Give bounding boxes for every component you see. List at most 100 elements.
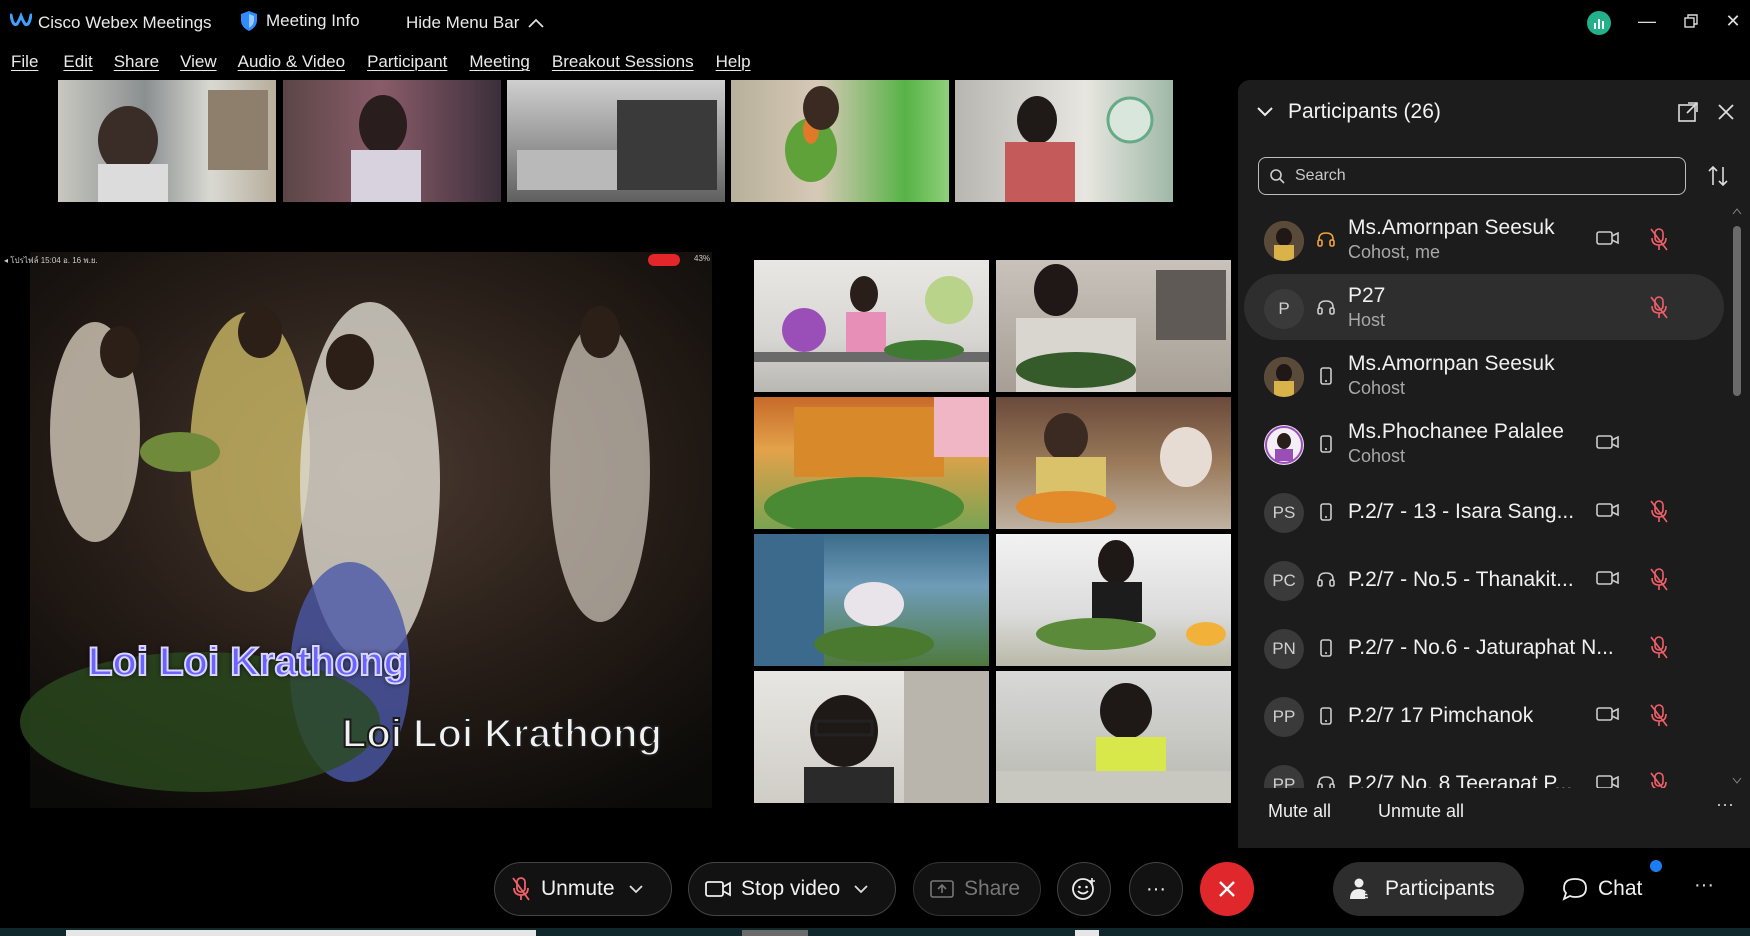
- chat-notification-badge: [1650, 860, 1662, 872]
- panel-more-button[interactable]: ···: [1716, 794, 1734, 815]
- headset-icon: [1316, 298, 1336, 318]
- video-camera-icon[interactable]: [1596, 568, 1620, 588]
- scrollbar-thumb[interactable]: [1733, 226, 1741, 396]
- minimize-button[interactable]: —: [1630, 6, 1664, 36]
- mic-muted-icon[interactable]: [1648, 634, 1670, 660]
- meeting-info-button[interactable]: Meeting Info: [240, 10, 360, 32]
- video-camera-icon[interactable]: [1596, 704, 1620, 724]
- video-thumbnail[interactable]: [58, 80, 276, 202]
- menu-meeting[interactable]: Meeting: [469, 48, 529, 78]
- chat-bubble-icon: [1562, 878, 1587, 901]
- video-thumbnail[interactable]: [955, 80, 1173, 202]
- chevron-down-icon[interactable]: [854, 884, 868, 894]
- mobile-device-icon: [1316, 434, 1336, 454]
- reactions-button[interactable]: [1057, 862, 1111, 916]
- mic-muted-icon[interactable]: [1648, 226, 1670, 252]
- mute-all-button[interactable]: Mute all: [1268, 801, 1331, 822]
- sort-icon[interactable]: [1706, 164, 1730, 188]
- video-thumbnail[interactable]: [507, 80, 725, 202]
- participant-row[interactable]: PS P.2/7 - 13 - Isara Sang...: [1244, 478, 1724, 544]
- participants-panel: Participants (26) Ms.Amornpan Seesuk Coho…: [1238, 80, 1750, 848]
- restore-button[interactable]: [1674, 6, 1708, 36]
- participant-video-tile[interactable]: [996, 397, 1231, 529]
- menu-audio-video[interactable]: Audio & Video: [238, 48, 345, 78]
- chat-button[interactable]: Chat: [1546, 862, 1666, 916]
- chevron-down-icon[interactable]: [628, 884, 643, 894]
- stop-video-button[interactable]: Stop video: [688, 862, 896, 916]
- video-camera-icon[interactable]: [1596, 772, 1620, 788]
- menu-help[interactable]: Help: [716, 48, 751, 78]
- avatar: PS: [1264, 493, 1304, 533]
- close-panel-icon[interactable]: [1714, 100, 1738, 124]
- menu-breakout-sessions[interactable]: Breakout Sessions: [552, 48, 694, 78]
- taskbar-strip: [0, 928, 1750, 936]
- mic-muted-icon: [512, 877, 530, 901]
- stop-video-label: Stop video: [741, 877, 841, 900]
- participant-search[interactable]: [1258, 157, 1686, 195]
- chevron-down-icon[interactable]: [1256, 106, 1274, 118]
- participants-title: Participants (26): [1288, 100, 1441, 123]
- participant-row[interactable]: PN P.2/7 - No.6 - Jaturaphat N...: [1244, 614, 1724, 680]
- mic-muted-icon[interactable]: [1648, 770, 1670, 788]
- menu-share[interactable]: Share: [114, 48, 159, 78]
- share-button[interactable]: Share: [913, 862, 1041, 916]
- mobile-device-icon: [1316, 502, 1336, 522]
- phone-status-text: ◂ โปรไฟล์ 15:04 อ. 16 พ.ย.: [4, 256, 98, 265]
- participant-video-tile[interactable]: [754, 534, 989, 666]
- shared-screen-video[interactable]: ◂ โปรไฟล์ 15:04 อ. 16 พ.ย. 43% Loi Loi K…: [0, 252, 740, 808]
- unmute-button[interactable]: Unmute: [494, 862, 672, 916]
- mic-muted-icon[interactable]: [1648, 566, 1670, 592]
- participant-video-tile[interactable]: [754, 260, 989, 392]
- menu-file[interactable]: File: [11, 48, 38, 78]
- participant-role: Cohost, me: [1348, 242, 1441, 262]
- menu-participant[interactable]: Participant: [367, 48, 447, 78]
- mic-muted-icon[interactable]: [1648, 702, 1670, 728]
- search-icon: [1270, 169, 1285, 184]
- popout-icon[interactable]: [1676, 100, 1700, 124]
- toolbar-overflow-button[interactable]: ···: [1694, 874, 1714, 897]
- participant-video-tile[interactable]: [754, 671, 989, 803]
- search-input[interactable]: [1295, 167, 1675, 185]
- more-options-label: ···: [1146, 877, 1166, 900]
- close-icon: [1219, 881, 1235, 897]
- mic-muted-icon[interactable]: [1648, 294, 1670, 320]
- phone-status-bar: ◂ โปรไฟล์ 15:04 อ. 16 พ.ย. 43%: [4, 254, 740, 270]
- close-window-button[interactable]: ✕: [1716, 6, 1750, 36]
- menu-edit[interactable]: Edit: [63, 48, 92, 78]
- restore-icon: [1684, 14, 1698, 28]
- participant-row[interactable]: P P27 Host: [1244, 274, 1724, 340]
- participant-video-tile[interactable]: [996, 260, 1231, 392]
- network-stats-icon[interactable]: [1587, 11, 1611, 35]
- hide-menu-bar-button[interactable]: Hide Menu Bar: [406, 13, 545, 33]
- leave-meeting-button[interactable]: [1200, 862, 1254, 916]
- participant-name: P.2/7 No. 8 Teerapat P...: [1348, 772, 1573, 788]
- avatar: P: [1264, 289, 1304, 329]
- video-thumbnail[interactable]: [283, 80, 501, 202]
- participant-video-tile[interactable]: [754, 397, 989, 529]
- participant-row[interactable]: Ms.Phochanee Palalee Cohost: [1244, 410, 1724, 476]
- meeting-toolbar: Unmute Stop video Share ··· Participants…: [0, 848, 1750, 928]
- video-camera-icon[interactable]: [1596, 500, 1620, 520]
- participant-row[interactable]: Ms.Amornpan Seesuk Cohost, me: [1244, 206, 1724, 272]
- video-thumbnail[interactable]: [731, 80, 949, 202]
- avatar: [1264, 425, 1304, 465]
- headset-icon: [1316, 774, 1336, 788]
- participant-row[interactable]: Ms.Amornpan Seesuk Cohost: [1244, 342, 1724, 408]
- participant-name: Ms.Amornpan Seesuk: [1348, 216, 1555, 239]
- participant-row[interactable]: PC P.2/7 - No.5 - Thanakit...: [1244, 546, 1724, 612]
- participant-row[interactable]: PP P.2/7 No. 8 Teerapat P...: [1244, 750, 1724, 788]
- participants-button[interactable]: Participants: [1333, 862, 1524, 916]
- participant-video-tile[interactable]: [996, 534, 1231, 666]
- unmute-all-button[interactable]: Unmute all: [1378, 801, 1464, 822]
- avatar: [1264, 221, 1304, 261]
- shield-icon: [241, 11, 257, 31]
- participant-video-tile[interactable]: [996, 671, 1231, 803]
- participant-row[interactable]: PP P.2/7 17 Pimchanok: [1244, 682, 1724, 748]
- menu-view[interactable]: View: [180, 48, 217, 78]
- mic-muted-icon[interactable]: [1648, 498, 1670, 524]
- app-title: Cisco Webex Meetings: [38, 13, 212, 32]
- video-camera-icon[interactable]: [1596, 228, 1620, 248]
- smiley-icon: [1072, 878, 1095, 900]
- video-camera-icon[interactable]: [1596, 432, 1620, 452]
- more-options-button[interactable]: ···: [1129, 862, 1183, 916]
